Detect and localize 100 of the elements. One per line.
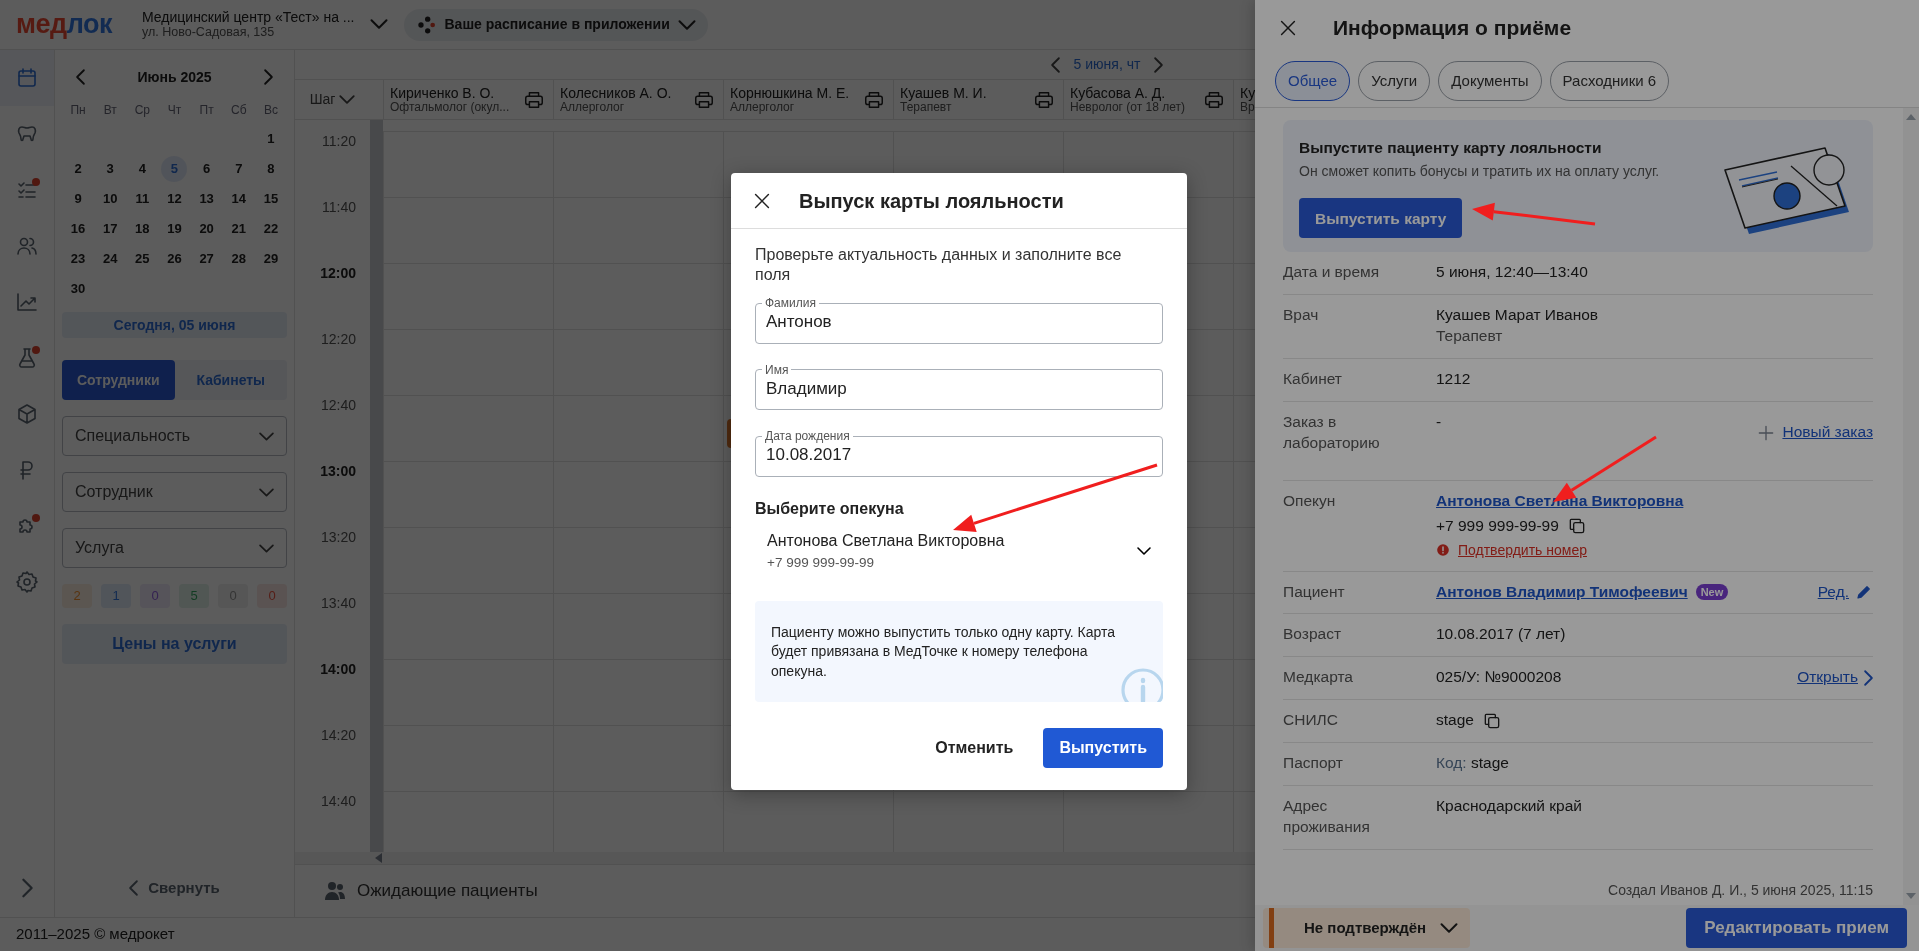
calendar-day[interactable]: 10 (97, 186, 124, 212)
time-label: 13:40 (320, 594, 356, 612)
guardian-dropdown[interactable]: Антонова Светлана Викторовна +7 999 999-99-99 (755, 520, 1163, 581)
field-label: Медкарта (1283, 667, 1354, 688)
status-counter: 0 (257, 584, 287, 608)
field-value: 1212 (1436, 369, 1471, 389)
field-value: 5 июня, 12:40—13:40 (1436, 262, 1588, 283)
calendar-day[interactable]: 11 (129, 186, 156, 212)
time-label: 14:40 (320, 792, 356, 810)
calendar-day[interactable]: 21 (225, 216, 252, 242)
calendar-day[interactable]: 15 (257, 186, 284, 212)
created-by-text: Создал Иванов Д. И., 5 июня 2025, 11:15 (1607, 880, 1873, 900)
doctor-name: Ку (1240, 84, 1256, 101)
action-link[interactable]: Ред. (1817, 581, 1849, 603)
panel-tab[interactable]: Документы (1438, 61, 1542, 101)
person-link[interactable]: Антонов Владимир Тимофеевич (1436, 581, 1688, 603)
calendar-day[interactable]: 24 (97, 246, 124, 272)
input-field[interactable]: Имя Владимир (755, 363, 1163, 410)
calendar-day[interactable]: 8 (257, 156, 284, 182)
cancel-button[interactable]: Отменить (929, 734, 1020, 761)
chevron-right-icon[interactable] (1864, 669, 1873, 686)
calendar-day[interactable]: 28 (225, 246, 252, 272)
chevron-down-icon[interactable] (339, 95, 356, 104)
field-label: Паспорт (1283, 753, 1344, 774)
phone-number: +7 999 999-99-99 (1436, 515, 1559, 536)
filter-dropdown[interactable]: Специальность (62, 416, 287, 456)
calendar-day[interactable]: 9 (65, 186, 92, 212)
calendar-day[interactable]: 2 (65, 156, 92, 182)
calendar-day[interactable]: 17 (97, 216, 124, 242)
doctor-specialty: Вр (1240, 100, 1256, 115)
confirm-number-link[interactable]: Подтвердить номер (1458, 540, 1587, 560)
calendar-day[interactable]: 27 (193, 246, 220, 272)
calendar-day[interactable]: 13 (193, 186, 220, 212)
calendar-day[interactable]: 7 (225, 156, 252, 182)
app-schedule-button[interactable]: Ваше расписание в приложении (404, 8, 708, 41)
today-button[interactable]: Сегодня, 05 июня (62, 312, 287, 338)
calendar-day[interactable]: 1 (257, 126, 284, 152)
prices-button[interactable]: Цены на услуги (62, 624, 287, 664)
chevron-down-icon[interactable] (370, 19, 389, 30)
calendar-day[interactable]: 14 (225, 186, 252, 212)
alert-icon (1436, 543, 1450, 558)
calendar-day[interactable]: 3 (97, 156, 124, 182)
doctor-specialty: Невролог (от 18 лет) (1070, 100, 1185, 115)
status-dropdown[interactable]: Не подтверждён (1263, 908, 1471, 948)
scroll-down-icon[interactable] (1906, 893, 1916, 899)
calendar-day[interactable]: 25 (129, 246, 156, 272)
edit-appointment-button[interactable]: Редактировать прием (1686, 908, 1907, 948)
calendar-day[interactable]: 19 (161, 216, 188, 242)
previous-day-icon[interactable] (1050, 56, 1060, 73)
calendar-day[interactable]: 12 (161, 186, 188, 212)
calendar-day[interactable]: 18 (129, 216, 156, 242)
nav-rail-item[interactable] (0, 50, 54, 106)
person-link[interactable]: Антонова Светлана Викторовна (1436, 490, 1684, 512)
calendar-day[interactable]: 4 (129, 156, 156, 182)
chevron-left-icon (129, 880, 139, 896)
settings-icon (15, 570, 39, 594)
calendar-day[interactable]: 22 (257, 216, 284, 242)
calendar-day[interactable]: 23 (65, 246, 92, 272)
waiting-patients-label[interactable]: Ожидающие пациенты (357, 878, 538, 904)
panel-title: Информация о приёме (1333, 15, 1572, 42)
calendar-day[interactable]: 20 (193, 216, 220, 242)
panel-tab[interactable]: Общее (1275, 61, 1351, 101)
calendar-day[interactable]: 6 (193, 156, 220, 182)
calendar-day[interactable]: 5 (161, 156, 188, 182)
calendar-day[interactable]: 30 (65, 276, 92, 302)
calendar-day[interactable]: 29 (257, 246, 284, 272)
time-label: 12:00 (320, 264, 356, 282)
input-field[interactable]: Антонов (766, 309, 1152, 335)
input-field[interactable]: Владимир (766, 375, 1152, 401)
calendar-day[interactable]: 26 (161, 246, 188, 272)
previous-month-icon[interactable] (76, 69, 85, 85)
filter-dropdown[interactable]: Сотрудник (62, 472, 287, 512)
action-link[interactable]: Открыть (1797, 667, 1858, 689)
next-day-icon[interactable] (1154, 56, 1164, 73)
action-link[interactable]: Новый заказ (1782, 422, 1873, 444)
scrollbar[interactable] (1903, 108, 1919, 905)
chevron-down-icon (259, 431, 274, 441)
chevron-down-icon (677, 19, 696, 30)
panel-tab[interactable]: Услуги (1358, 61, 1431, 101)
step-label: Шаг (309, 90, 336, 109)
filter-dropdown[interactable]: Услуга (62, 528, 287, 568)
scroll-up-icon[interactable] (1906, 114, 1916, 120)
field-label: Возраст (1283, 624, 1342, 645)
field-subvalue: Терапевт (1436, 326, 1504, 347)
schedule-date[interactable]: 5 июня, чт (1073, 54, 1141, 75)
doctor-specialty: Офтальмолог (окул... (390, 100, 510, 115)
time-label: 12:40 (320, 396, 356, 414)
issue-card-button[interactable]: Выпустить карту (1299, 198, 1463, 239)
view-tab[interactable]: Сотрудники (62, 360, 175, 400)
field-label: Имя (764, 363, 790, 376)
scroll-left-icon[interactable] (375, 853, 383, 863)
input-field[interactable]: Фамилия Антонов (755, 297, 1163, 344)
input-field[interactable]: Дата рождения 10.08.2017 (755, 430, 1163, 477)
panel-tab[interactable]: Расходники 6 (1549, 61, 1670, 101)
issue-button[interactable]: Выпустить (1043, 727, 1163, 768)
calendar-day[interactable]: 16 (65, 216, 92, 242)
view-tab[interactable]: Кабинеты (174, 360, 287, 400)
next-month-icon[interactable] (264, 69, 273, 85)
collapse-button[interactable]: Свернуть (62, 859, 287, 917)
input-field[interactable]: 10.08.2017 (766, 442, 1152, 468)
